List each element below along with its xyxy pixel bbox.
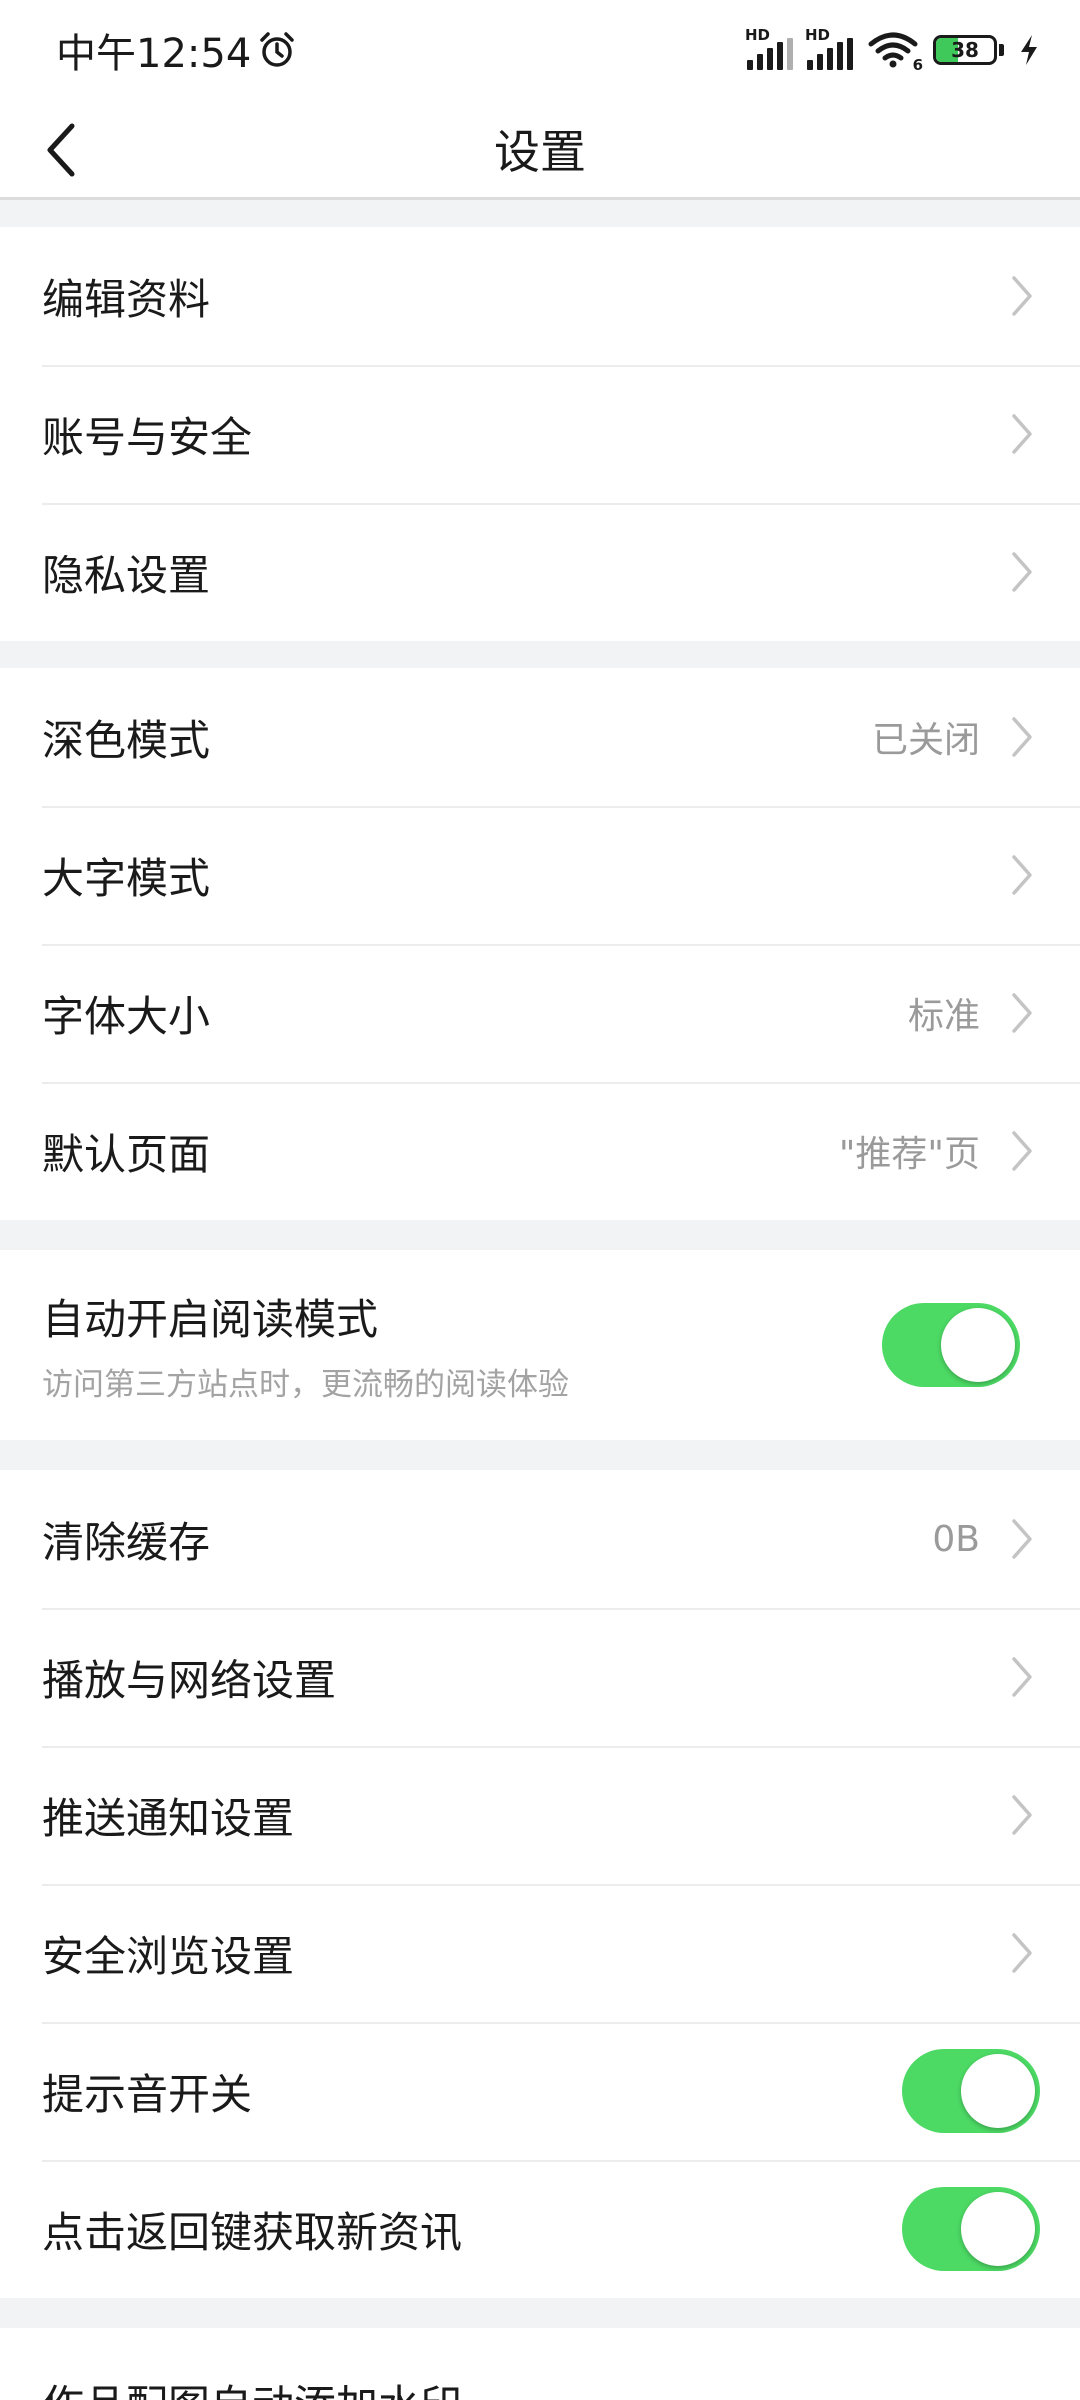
cellular-signal-1-icon: HD (745, 26, 793, 70)
reading-settings-group: 自动开启阅读模式 访问第三方站点时，更流畅的阅读体验 (0, 1250, 1080, 1440)
row-subtitle: 访问第三方站点时，更流畅的阅读体验 (42, 1367, 569, 1403)
row-label: 编辑资料 (42, 274, 211, 324)
chevron-left-icon (47, 123, 75, 177)
sound-toggle-row: 提示音开关 (0, 2022, 1080, 2160)
wifi-icon: 6 (867, 30, 923, 74)
alarm-clock-icon (257, 30, 297, 70)
row-label: 深色模式 (42, 715, 211, 765)
general-settings-group: 清除缓存 0B 播放与网络设置 推送通知设置 安全浏览设置 提示音开关 点击返回… (0, 1470, 1080, 2298)
row-label: 清除缓存 (42, 1517, 211, 1567)
playback-network-row[interactable]: 播放与网络设置 (0, 1608, 1080, 1746)
chevron-right-icon (1004, 410, 1040, 458)
auto-reader-row: 自动开启阅读模式 访问第三方站点时，更流畅的阅读体验 (0, 1250, 1080, 1440)
chevron-right-icon (1004, 989, 1040, 1037)
clear-cache-row[interactable]: 清除缓存 0B (0, 1470, 1080, 1608)
safe-browsing-row[interactable]: 安全浏览设置 (0, 1884, 1080, 2022)
chevron-right-icon (1004, 1653, 1040, 1701)
row-label: 安全浏览设置 (42, 1931, 295, 1981)
row-label: 推送通知设置 (42, 1793, 295, 1843)
font-size-row[interactable]: 字体大小 标准 (0, 944, 1080, 1082)
cache-size-value: 0B (932, 1518, 980, 1560)
chevron-right-icon (1004, 1127, 1040, 1175)
row-label: 播放与网络设置 (42, 1655, 337, 1705)
chevron-right-icon (1004, 272, 1040, 320)
status-time: 中午12:54 (56, 31, 252, 77)
network-badge-1: HD (745, 26, 771, 44)
watermark-row: 作品配图自动添加水印 (0, 2328, 1080, 2400)
default-page-row[interactable]: 默认页面 "推荐"页 (0, 1082, 1080, 1220)
row-label: 提示音开关 (42, 2069, 253, 2119)
back-button[interactable] (30, 118, 94, 182)
back-refresh-toggle[interactable] (902, 2187, 1040, 2271)
chevron-right-icon (1004, 1515, 1040, 1563)
row-label: 点击返回键获取新资讯 (42, 2207, 463, 2257)
row-label: 账号与安全 (42, 412, 253, 462)
dark-mode-row[interactable]: 深色模式 已关闭 (0, 668, 1080, 806)
dark-mode-value: 已关闭 (871, 720, 980, 761)
large-text-row[interactable]: 大字模式 (0, 806, 1080, 944)
page-title: 设置 (494, 124, 586, 179)
edit-profile-row[interactable]: 编辑资料 (0, 227, 1080, 365)
sound-toggle[interactable] (902, 2049, 1040, 2133)
cellular-signal-2-icon: HD (805, 26, 853, 70)
font-size-value: 标准 (907, 996, 980, 1037)
works-settings-group: 作品配图自动添加水印 (0, 2328, 1080, 2400)
row-label: 作品配图自动添加水印 (42, 2372, 462, 2400)
chevron-right-icon (1004, 851, 1040, 899)
row-label: 隐私设置 (42, 550, 211, 600)
lightning-bolt-icon (1018, 33, 1040, 67)
row-label: 自动开启阅读模式 (42, 1295, 379, 1344)
navigation-header: 设置 (0, 100, 1080, 200)
chevron-right-icon (1004, 548, 1040, 596)
default-page-value: "推荐"页 (838, 1134, 980, 1175)
settings-screen: 中午12:54 HD HD 6 38 设置 编辑资料 账号与安全 隐私设置 深色… (0, 0, 1080, 2400)
row-label: 大字模式 (42, 853, 211, 903)
auto-reader-toggle[interactable] (882, 1303, 1020, 1387)
battery-icon: 38 (933, 35, 1004, 65)
chevron-right-icon (1004, 1929, 1040, 1977)
row-label: 字体大小 (42, 991, 211, 1041)
push-notifications-row[interactable]: 推送通知设置 (0, 1746, 1080, 1884)
account-settings-group: 编辑资料 账号与安全 隐私设置 (0, 227, 1080, 641)
account-security-row[interactable]: 账号与安全 (0, 365, 1080, 503)
display-settings-group: 深色模式 已关闭 大字模式 字体大小 标准 默认页面 "推荐"页 (0, 668, 1080, 1220)
back-refresh-row: 点击返回键获取新资讯 (0, 2160, 1080, 2298)
row-label: 默认页面 (42, 1129, 211, 1179)
network-badge-2: HD (805, 26, 831, 44)
chevron-right-icon (1004, 1791, 1040, 1839)
status-indicators: HD HD 6 38 (745, 26, 1040, 74)
status-bar: 中午12:54 HD HD 6 38 (0, 0, 1080, 100)
wifi-badge: 6 (912, 56, 923, 74)
battery-level: 38 (951, 38, 979, 62)
chevron-right-icon (1004, 713, 1040, 761)
privacy-settings-row[interactable]: 隐私设置 (0, 503, 1080, 641)
